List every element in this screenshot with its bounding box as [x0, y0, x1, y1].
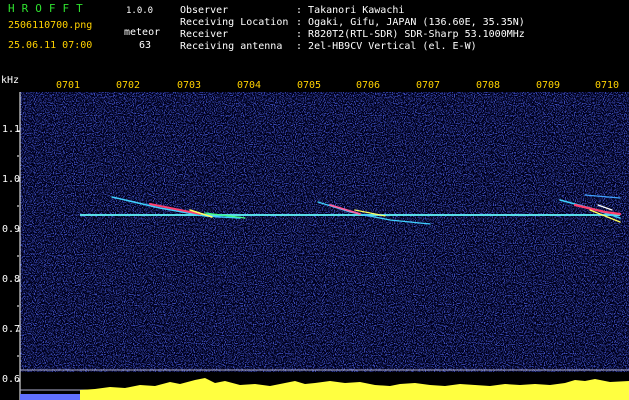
spectrogram	[17, 92, 629, 400]
power-level-bars	[80, 378, 629, 400]
power-strip-low	[20, 394, 80, 400]
waterfall-noise	[20, 92, 629, 372]
